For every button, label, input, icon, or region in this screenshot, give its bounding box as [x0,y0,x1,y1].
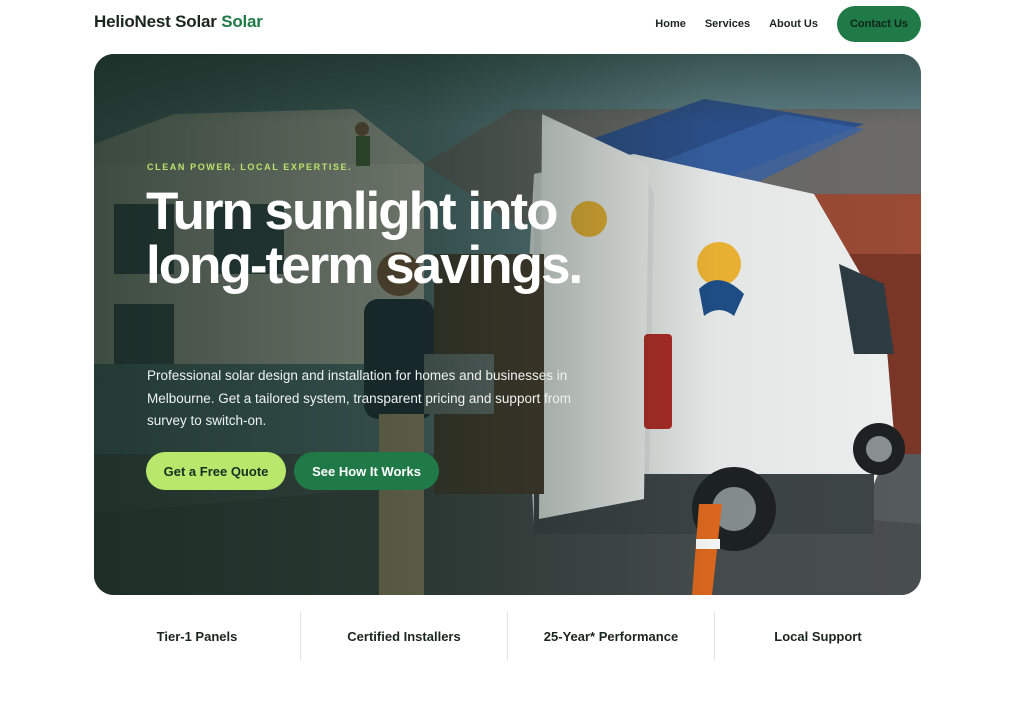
see-how-it-works-button[interactable]: See How It Works [294,452,439,490]
brand-name: HelioNest Solar [94,12,217,31]
brand-accent: Solar [221,12,263,31]
hero-eyebrow: CLEAN POWER. LOCAL EXPERTISE. [147,162,353,172]
feature-tier-1-panels: Tier-1 Panels [156,628,238,644]
feature-certified-installers: Certified Installers [300,612,507,660]
hero-overlay [94,54,921,595]
hero-headline: Turn sunlight into long-term savings. [146,182,583,295]
contact-us-button[interactable]: Contact Us [837,6,921,42]
hero-section: CLEAN POWER. LOCAL EXPERTISE. Turn sunli… [94,54,921,595]
hero-subtext: Professional solar design and installati… [147,368,571,428]
nav-link-about-us[interactable]: About Us [769,18,818,30]
main-nav: Home Services About Us Contact Us [655,6,921,42]
site-header: HelioNest Solar Solar Home Services Abou… [0,0,1024,48]
brand-logo[interactable]: HelioNest Solar Solar [94,12,263,32]
nav-link-services[interactable]: Services [705,18,750,30]
get-free-quote-button[interactable]: Get a Free Quote [146,452,286,490]
nav-link-home[interactable]: Home [655,18,686,30]
features-strip: Tier-1 Panels Certified Installers 25-Ye… [94,612,921,660]
feature-local-support: Local Support [714,612,921,660]
feature-performance: 25-Year* Performance [507,612,714,660]
